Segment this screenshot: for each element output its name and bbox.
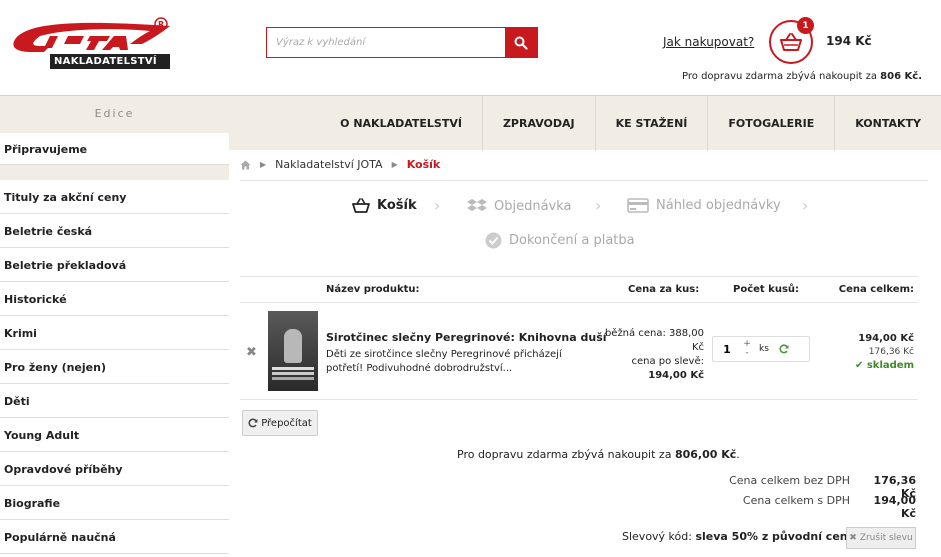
sidebar-item[interactable]: Opravdové příběhy: [0, 452, 229, 486]
cart-item-row: ✖ Sirotčinec slečny Peregrinové: Knihovn…: [240, 303, 918, 400]
quantity-stepper: + - ks: [712, 336, 810, 362]
item-total: 194,00 Kč: [858, 333, 914, 344]
svg-text:R: R: [158, 20, 164, 29]
sidebar-heading: Edice: [0, 95, 229, 133]
free-shipping-text: Pro dopravu zdarma zbývá nakoupit za: [682, 71, 877, 82]
nav-item-contacts[interactable]: KONTAKTY: [834, 95, 941, 151]
step-cart: Košík: [352, 198, 417, 213]
stock-label: skladem: [866, 360, 914, 371]
search-form: [266, 27, 538, 58]
refresh-icon[interactable]: [779, 344, 789, 354]
search-icon: [514, 36, 528, 50]
sidebar-item[interactable]: Young Adult: [0, 418, 229, 452]
step-preview-label: Náhled objednávky: [656, 198, 781, 213]
remove-item-icon[interactable]: ✖: [246, 345, 257, 360]
sidebar-list: Tituly za akční ceny Beletrie česká Bele…: [0, 180, 229, 554]
cancel-discount-button[interactable]: ✖ Zrušit slevu: [846, 527, 916, 549]
search-button[interactable]: [505, 28, 537, 57]
main-nav: O NAKLADATELSTVÍ ZPRAVODAJ KE STAŽENÍ FO…: [229, 95, 941, 151]
check-icon: ✔: [854, 360, 864, 371]
sidebar-item[interactable]: Děti: [0, 384, 229, 418]
item-total-without-vat: 176,36 Kč: [868, 347, 914, 357]
nav-item-newsletter[interactable]: ZPRAVODAJ: [481, 95, 595, 151]
close-icon: ✖: [849, 533, 857, 543]
sidebar-item[interactable]: Populárně naučná: [0, 520, 229, 554]
basket-icon: [780, 33, 802, 51]
summary-with-vat: Cena celkem s DPH 194,00 Kč: [720, 494, 916, 520]
sidebar-item[interactable]: Biografie: [0, 486, 229, 520]
header-product-name: Název produktu:: [326, 284, 420, 295]
how-to-buy-link[interactable]: Jak nakupovat?: [663, 35, 754, 49]
regular-price: běžná cena: 388,00 Kč: [604, 328, 704, 353]
sidebar-item[interactable]: Pro ženy (nejen): [0, 350, 229, 384]
chevron-right-icon: ›: [595, 196, 602, 215]
sidebar-item[interactable]: Tituly za akční ceny: [0, 180, 229, 214]
step-preview: Náhled objednávky: [627, 198, 781, 213]
chevron-right-icon: ▶: [260, 160, 267, 169]
nav-item-gallery[interactable]: FOTOGALERIE: [707, 95, 834, 151]
dropbox-icon: [467, 198, 487, 214]
recalculate-button[interactable]: Přepočítat: [242, 410, 318, 436]
discount-price-label: cena po slevě:: [631, 356, 704, 367]
breadcrumb-current: Košík: [406, 158, 441, 171]
step-finish-label: Dokončení a platba: [509, 233, 635, 248]
cancel-discount-label: Zrušit slevu: [859, 533, 913, 543]
sidebar-item[interactable]: Beletrie česká: [0, 214, 229, 248]
search-input[interactable]: [267, 28, 505, 57]
step-order: Objednávka: [467, 198, 572, 214]
basket-icon: [352, 198, 370, 213]
quantity-decrease-button[interactable]: -: [741, 349, 753, 358]
product-name[interactable]: Sirotčinec slečny Peregrinové: Knihovna …: [326, 331, 607, 344]
step-cart-label: Košík: [377, 198, 417, 213]
chevron-right-icon: ›: [434, 196, 441, 215]
free-shipping-amount: 806 Kč.: [880, 71, 922, 82]
header-quantity: Počet kusů:: [733, 284, 800, 295]
product-description: Děti ze sirotčince slečny Peregrinové př…: [326, 349, 562, 374]
sidebar-item-pripravujeme[interactable]: Připravujeme: [0, 133, 229, 165]
free-shipping-summary-amount: 806,00 Kč: [674, 448, 737, 461]
step-finish: Dokončení a platba: [485, 232, 635, 249]
product-thumbnail[interactable]: [268, 311, 318, 391]
free-shipping-note: Pro dopravu zdarma zbývá nakoupit za 806…: [682, 71, 922, 82]
recalculate-label: Přepočítat: [261, 417, 312, 429]
nav-item-downloads[interactable]: KE STAŽENÍ: [594, 95, 708, 151]
step-order-label: Objednávka: [494, 198, 572, 214]
sidebar-divider: [0, 165, 229, 180]
free-shipping-summary-text: Pro dopravu zdarma zbývá nakoupit za: [457, 448, 672, 461]
discount-code-value: sleva 50% z původní ceny: [695, 530, 855, 543]
cart-total[interactable]: 194 Kč: [826, 34, 872, 48]
credit-card-icon: [627, 198, 649, 213]
cart-table-header: Název produktu: Cena za kus: Počet kusů:…: [240, 276, 918, 303]
header-unit-price: Cena za kus:: [628, 284, 700, 295]
sidebar-item[interactable]: Krimi: [0, 316, 229, 350]
total-price-cell: 194,00 Kč 176,36 Kč ✔ skladem: [855, 333, 914, 371]
nav-item-about[interactable]: O NAKLADATELSTVÍ: [320, 96, 482, 151]
quantity-unit: ks: [759, 344, 769, 354]
refresh-icon: [248, 418, 258, 428]
sidebar-item[interactable]: Historické: [0, 282, 229, 316]
total-with-vat-value: 194,00 Kč: [873, 494, 916, 520]
cart-count-badge: 1: [797, 17, 814, 34]
discount-code-label: Slevový kód:: [622, 530, 692, 543]
chevron-right-icon: ▶: [391, 160, 398, 169]
chevron-right-icon: ›: [802, 196, 809, 215]
home-icon[interactable]: [240, 160, 251, 170]
divider: [240, 180, 928, 181]
sidebar-item[interactable]: Beletrie překladová: [0, 248, 229, 282]
logo-subtitle: NAKLADATELSTVÍ: [54, 56, 157, 67]
check-circle-icon: [485, 232, 502, 249]
header-total-price: Cena celkem:: [838, 284, 914, 295]
discount-code: Slevový kód: sleva 50% z původní ceny: [622, 530, 855, 543]
unit-price-cell: běžná cena: 388,00 Kč cena po slevě: 194…: [602, 327, 704, 383]
free-shipping-summary: Pro dopravu zdarma zbývá nakoupit za 806…: [457, 448, 740, 461]
total-with-vat-label: Cena celkem s DPH: [742, 494, 850, 507]
jota-logo[interactable]: R NAKLADATELSTVÍ: [10, 16, 175, 72]
breadcrumb: ▶ Nakladatelství JOTA ▶ Košík: [240, 158, 440, 171]
stock-status: ✔ skladem: [855, 360, 914, 371]
discount-price: 194,00 Kč: [648, 370, 704, 381]
breadcrumb-parent[interactable]: Nakladatelství JOTA: [275, 158, 382, 171]
quantity-input[interactable]: [713, 342, 741, 356]
